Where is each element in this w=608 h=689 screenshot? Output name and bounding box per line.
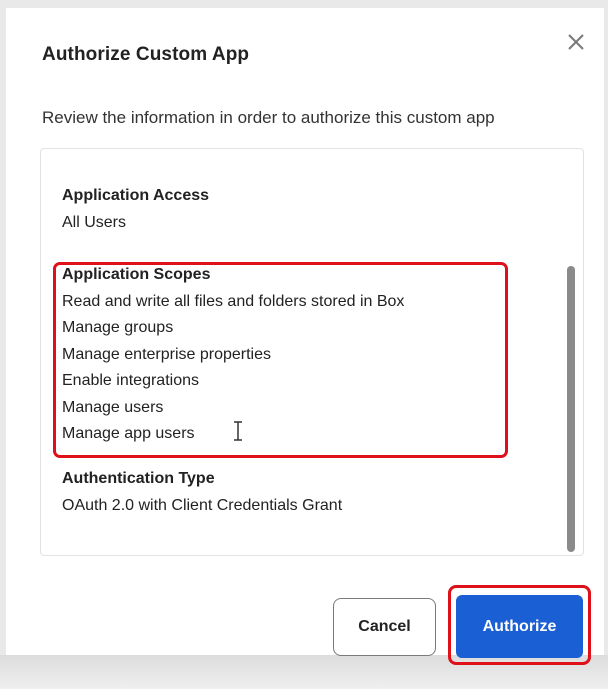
authentication-type-section: Authentication Type OAuth 2.0 with Clien… bbox=[62, 466, 342, 519]
dialog-subtitle: Review the information in order to autho… bbox=[42, 108, 495, 127]
application-access-heading: Application Access bbox=[62, 187, 210, 204]
close-button[interactable] bbox=[564, 30, 588, 54]
close-icon bbox=[568, 34, 584, 50]
dialog-title: Authorize Custom App bbox=[42, 44, 250, 65]
application-access-value: All Users bbox=[62, 213, 127, 231]
authentication-type-value: OAuth 2.0 with Client Credentials Grant bbox=[62, 496, 343, 514]
scopes-highlight-box bbox=[53, 262, 508, 458]
application-access-section: Application Access All Users bbox=[62, 183, 209, 236]
text-cursor-icon bbox=[232, 420, 244, 442]
cancel-button[interactable]: Cancel bbox=[333, 598, 436, 656]
authorize-button[interactable]: Authorize bbox=[456, 595, 583, 658]
authentication-type-heading: Authentication Type bbox=[62, 470, 215, 487]
details-scrollbar[interactable] bbox=[567, 266, 575, 552]
